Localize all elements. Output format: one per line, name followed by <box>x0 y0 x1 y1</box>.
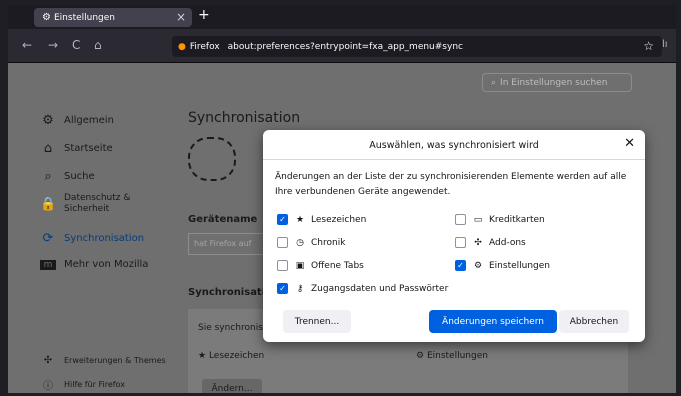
home-icon: ⌂ <box>43 141 53 156</box>
url-bar[interactable]: ● Firefox about:preferences?entrypoint=f… <box>172 36 662 57</box>
sidebar-item-startseite[interactable]: ⌂ Startseite <box>40 141 113 156</box>
dialog-description: Änderungen an der Liste der zu synchroni… <box>275 172 627 197</box>
sync-section-label: Synchronisati <box>188 287 266 298</box>
checkbox-offene-tabs[interactable]: ▣ Offene Tabs <box>277 260 364 271</box>
close-tab-icon[interactable]: × <box>176 10 186 24</box>
sync-icon: ⟳ <box>42 231 54 246</box>
puzzle-icon: ✣ <box>474 237 482 248</box>
sidebar-item-label: Mehr von Mozilla <box>64 259 149 270</box>
preferences-search-input[interactable]: ⌕ In Einstellungen suchen <box>482 73 632 92</box>
checkbox-label: Lesezeichen <box>311 214 367 225</box>
sidebar-item-suche[interactable]: ⌕ Suche <box>40 169 95 184</box>
url-text[interactable]: about:preferences?entrypoint=fxa_app_men… <box>228 42 463 52</box>
checkbox-unchecked[interactable] <box>455 214 466 225</box>
puzzle-icon: ✣ <box>43 355 53 366</box>
reload-button[interactable]: C <box>72 38 80 52</box>
checkbox-einstellungen[interactable]: ✓ ⚙ Einstellungen <box>455 260 550 271</box>
close-icon[interactable]: ✕ <box>624 136 635 151</box>
sync-intro: Sie synchronisi <box>198 323 266 333</box>
sidebar-item-label: Synchronisation <box>64 233 145 244</box>
history-icon: ◷ <box>296 237 304 248</box>
checkbox-unchecked[interactable] <box>277 237 288 248</box>
device-name-label: Gerätename <box>188 214 258 225</box>
sidebar-item-label: Datenschutz & Sicherheit <box>64 193 131 214</box>
checkbox-label: Add-ons <box>489 237 526 248</box>
sidebar-item-erweiterungen[interactable]: ✣ Erweiterungen & Themes <box>40 355 166 366</box>
firefox-icon: ● <box>178 41 186 52</box>
checkbox-label: Zugangsdaten und Passwörter <box>311 283 449 294</box>
synced-item-label: Einstellungen <box>426 351 488 361</box>
identity-label: Firefox <box>189 41 220 52</box>
checkbox-unchecked[interactable] <box>455 237 466 248</box>
dialog-title: Auswählen, was synchronisiert wird <box>369 140 539 151</box>
checkbox-label: Einstellungen <box>489 260 551 271</box>
checkbox-checked[interactable]: ✓ <box>277 214 288 225</box>
sidebar-item-label: Suche <box>64 171 95 182</box>
lock-icon: 🔒 <box>40 196 57 212</box>
credit-card-icon: ▭ <box>473 214 483 225</box>
sidebar-item-label: Hilfe für Firefox <box>64 380 125 389</box>
sidebar-item-synchronisation[interactable]: ⟳ Synchronisation <box>40 231 145 246</box>
key-icon: ⚷ <box>296 283 304 294</box>
browser-window: ⚙ Einstellungen × + ← → C ⌂ ● Firefox ab… <box>8 5 676 393</box>
nav-bar: ← → C ⌂ ● Firefox about:preferences?entr… <box>8 29 676 63</box>
device-name-field[interactable]: hat Firefox auf <box>188 233 268 255</box>
sidebar-item-datenschutz[interactable]: 🔒 Datenschutz & Sicherheit <box>40 193 160 215</box>
search-icon: ⌕ <box>491 77 497 88</box>
home-button[interactable]: ⌂ <box>94 38 102 52</box>
checkbox-zugangsdaten[interactable]: ✓ ⚷ Zugangsdaten und Passwörter <box>277 283 448 294</box>
page-title: Synchronisation <box>188 110 301 126</box>
sidebar-item-allgemein[interactable]: ⚙ Allgemein <box>40 113 114 128</box>
change-button[interactable]: Ändern... <box>202 379 262 393</box>
back-button[interactable]: ← <box>22 38 32 52</box>
checkbox-add-ons[interactable]: ✣ Add-ons <box>455 237 526 248</box>
checkbox-label: Offene Tabs <box>311 260 364 271</box>
divider <box>263 159 645 160</box>
disconnect-button[interactable]: Trennen... <box>283 310 351 333</box>
mozilla-icon: m <box>40 259 56 270</box>
search-placeholder: In Einstellungen suchen <box>500 77 608 88</box>
synced-item-einstellungen: ⚙ Einstellungen <box>416 351 488 361</box>
search-icon: ⌕ <box>44 169 52 184</box>
tab-einstellungen[interactable]: ⚙ Einstellungen × <box>34 8 192 27</box>
checkbox-label: Chronik <box>311 237 346 248</box>
save-changes-button[interactable]: Änderungen speichern <box>429 310 557 333</box>
synced-item-label: Lesezeichen <box>208 351 265 361</box>
checkbox-label: Kreditkarten <box>489 214 545 225</box>
checkbox-kreditkarten[interactable]: ▭ Kreditkarten <box>455 214 545 225</box>
checkbox-checked[interactable]: ✓ <box>455 260 466 271</box>
sync-choose-dialog: Auswählen, was synchronisiert wird ✕ Änd… <box>263 130 645 342</box>
checkbox-unchecked[interactable] <box>277 260 288 271</box>
checkbox-checked[interactable]: ✓ <box>277 283 288 294</box>
gear-icon: ⚙ <box>473 260 483 271</box>
library-icon[interactable]: lı <box>662 39 676 50</box>
sync-illustration <box>188 137 236 181</box>
sidebar-item-label: Allgemein <box>64 115 114 126</box>
gear-icon: ⚙ <box>416 351 425 361</box>
help-icon: ⓘ <box>43 381 53 392</box>
bookmark-star-icon[interactable]: ☆ <box>643 39 654 53</box>
cancel-button[interactable]: Abbrechen <box>559 310 629 333</box>
gear-icon: ⚙ <box>42 113 54 128</box>
checkbox-chronik[interactable]: ◷ Chronik <box>277 237 345 248</box>
sidebar-item-label: Startseite <box>64 143 113 154</box>
new-tab-button[interactable]: + <box>198 7 210 23</box>
star-icon: ★ <box>198 351 207 361</box>
sidebar-item-mehr-von-mozilla[interactable]: m Mehr von Mozilla <box>40 259 148 270</box>
sidebar-item-hilfe[interactable]: ⓘ Hilfe für Firefox <box>40 377 125 392</box>
tabs-icon: ▣ <box>295 260 305 271</box>
synced-item-lesezeichen: ★ Lesezeichen <box>198 351 264 361</box>
sidebar-item-label: Erweiterungen & Themes <box>64 356 166 365</box>
star-icon: ★ <box>295 214 305 225</box>
forward-button[interactable]: → <box>48 38 58 52</box>
tab-title: Einstellungen <box>54 12 116 23</box>
tab-bar: ⚙ Einstellungen × + <box>8 5 676 29</box>
checkbox-lesezeichen[interactable]: ✓ ★ Lesezeichen <box>277 214 366 225</box>
gear-icon: ⚙ <box>42 12 51 23</box>
